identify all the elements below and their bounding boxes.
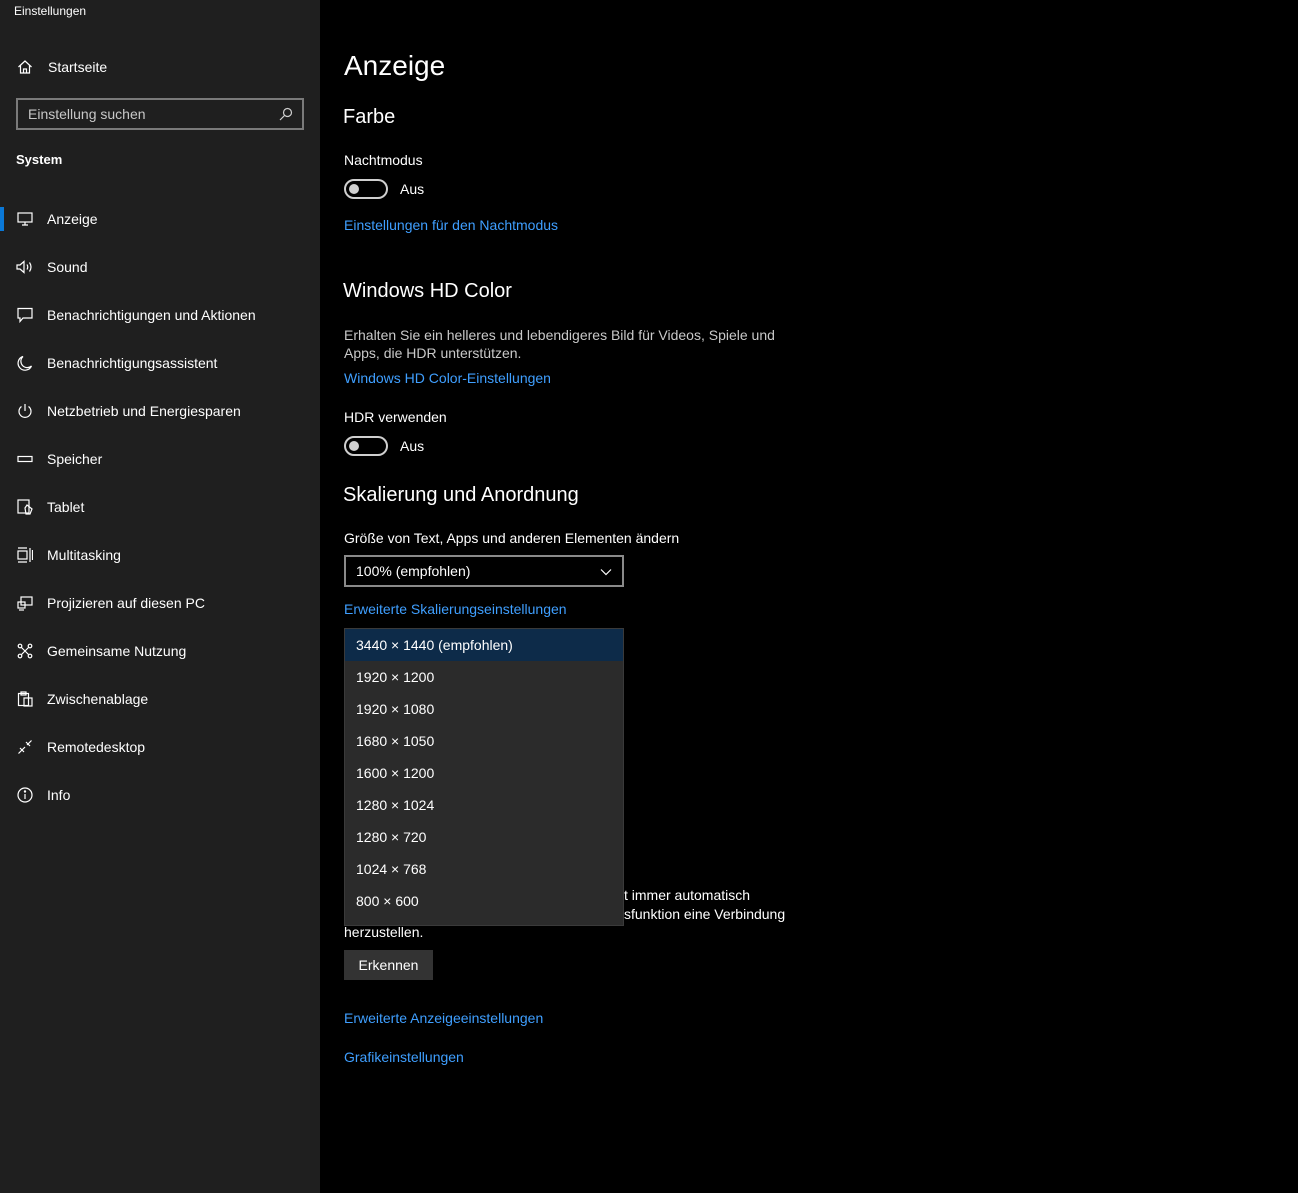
sidebar-item-label: Netzbetrieb und Energiesparen	[47, 403, 241, 419]
search-box[interactable]	[16, 98, 304, 130]
storage-icon	[16, 450, 34, 468]
sidebar-item-sound[interactable]: Sound	[0, 243, 320, 291]
resolution-option[interactable]: 1280 × 720	[345, 821, 623, 853]
sidebar-item-tablet[interactable]: Tablet	[0, 483, 320, 531]
sidebar-section-system: System	[16, 152, 63, 167]
multitasking-icon	[16, 546, 34, 564]
share-icon	[16, 642, 34, 660]
page-title: Anzeige	[344, 50, 446, 81]
sidebar-item-projizieren[interactable]: Projizieren auf diesen PC	[0, 579, 320, 627]
resolution-option[interactable]: 1680 × 1050	[345, 725, 623, 757]
toggle-knob	[349, 441, 359, 451]
resolution-option[interactable]: 1280 × 1024	[345, 789, 623, 821]
resolution-option-selected[interactable]: 3440 × 1440 (empfohlen)	[345, 629, 623, 661]
tablet-icon	[16, 498, 34, 516]
sidebar: Einstellungen Startseite System Anzeige …	[0, 0, 320, 1193]
message-icon	[16, 306, 34, 324]
sidebar-item-label: Gemeinsame Nutzung	[47, 643, 187, 659]
graphics-settings-link[interactable]: Grafikeinstellungen	[344, 1049, 464, 1065]
hd-color-description: Erhalten Sie ein helleres und lebendiger…	[344, 327, 775, 361]
search-input[interactable]	[28, 106, 278, 122]
resolution-option[interactable]: 1920 × 1080	[345, 693, 623, 725]
heading-skalierung: Skalierung und Anordnung	[343, 484, 579, 506]
sidebar-item-label: Remotedesktop	[47, 739, 146, 755]
advanced-display-link[interactable]: Erweiterte Anzeigeeinstellungen	[344, 1010, 543, 1026]
resolution-option[interactable]: 800 × 600	[345, 885, 623, 917]
home-icon	[16, 58, 34, 76]
monitor-icon	[16, 210, 34, 228]
hdr-label: HDR verwenden	[344, 409, 447, 425]
night-mode-label: Nachtmodus	[344, 152, 423, 168]
remote-icon	[16, 738, 34, 756]
hdr-toggle-row[interactable]: Aus	[344, 436, 424, 456]
night-mode-toggle-row[interactable]: Aus	[344, 179, 424, 199]
night-mode-state: Aus	[400, 181, 425, 197]
sidebar-item-benachrichtigungen[interactable]: Benachrichtigungen und Aktionen	[0, 291, 320, 339]
scale-size-label: Größe von Text, Apps und anderen Element…	[344, 530, 680, 546]
power-icon	[16, 402, 34, 420]
app-title: Einstellungen	[14, 4, 87, 18]
sidebar-item-zwischenablage[interactable]: Zwischenablage	[0, 675, 320, 723]
heading-hd-color: Windows HD Color	[343, 280, 512, 302]
sidebar-nav: Anzeige Sound Benachrichtigungen und Akt…	[0, 195, 320, 819]
sidebar-item-label: Sound	[47, 259, 88, 275]
hdr-state: Aus	[400, 438, 425, 454]
sidebar-item-label: Anzeige	[47, 211, 98, 227]
sidebar-item-label: Info	[47, 787, 71, 803]
hdr-toggle[interactable]	[344, 436, 388, 456]
sidebar-item-label: Speicher	[47, 451, 103, 467]
sidebar-home[interactable]: Startseite	[16, 57, 107, 77]
sidebar-item-label: Zwischenablage	[47, 691, 149, 707]
sidebar-item-speicher[interactable]: Speicher	[0, 435, 320, 483]
heading-farbe: Farbe	[343, 106, 396, 128]
resolution-option[interactable]: 1024 × 768	[345, 853, 623, 885]
resolution-dropdown[interactable]: 3440 × 1440 (empfohlen) 1920 × 1200 1920…	[344, 628, 624, 926]
project-icon	[16, 594, 34, 612]
night-mode-toggle[interactable]	[344, 179, 388, 199]
moon-icon	[16, 354, 34, 372]
sidebar-item-label: Projizieren auf diesen PC	[47, 595, 205, 611]
sidebar-item-label: Tablet	[47, 499, 85, 515]
scale-select[interactable]: 100% (empfohlen)	[344, 555, 624, 587]
sidebar-item-multitasking[interactable]: Multitasking	[0, 531, 320, 579]
sidebar-item-benachrichtigungsassistent[interactable]: Benachrichtigungsassistent	[0, 339, 320, 387]
scale-select-value: 100% (empfohlen)	[356, 563, 471, 579]
advanced-scaling-link[interactable]: Erweiterte Skalierungseinstellungen	[344, 601, 567, 617]
sidebar-item-anzeige[interactable]: Anzeige	[0, 195, 320, 243]
sidebar-item-info[interactable]: Info	[0, 771, 320, 819]
resolution-option[interactable]: 1600 × 1200	[345, 757, 623, 789]
search-icon[interactable]	[278, 106, 294, 122]
sidebar-item-label: Benachrichtigungsassistent	[47, 355, 218, 371]
sidebar-home-label: Startseite	[48, 59, 108, 75]
clipboard-icon	[16, 690, 34, 708]
main-content: Anzeige Farbe Nachtmodus Aus Einstellung…	[320, 0, 1298, 1193]
sidebar-item-label: Multitasking	[47, 547, 121, 563]
chevron-down-icon	[600, 563, 612, 579]
resolution-option[interactable]: 1920 × 1200	[345, 661, 623, 693]
sidebar-item-label: Benachrichtigungen und Aktionen	[47, 307, 256, 323]
sidebar-item-netzbetrieb[interactable]: Netzbetrieb und Energiesparen	[0, 387, 320, 435]
hd-color-settings-link[interactable]: Windows HD Color-Einstellungen	[344, 370, 551, 386]
sidebar-item-gemeinsame-nutzung[interactable]: Gemeinsame Nutzung	[0, 627, 320, 675]
night-mode-settings-link[interactable]: Einstellungen für den Nachtmodus	[344, 217, 558, 233]
info-icon	[16, 786, 34, 804]
detect-button[interactable]: Erkennen	[344, 950, 433, 980]
speaker-icon	[16, 258, 34, 276]
toggle-knob	[349, 184, 359, 194]
sidebar-item-remotedesktop[interactable]: Remotedesktop	[0, 723, 320, 771]
